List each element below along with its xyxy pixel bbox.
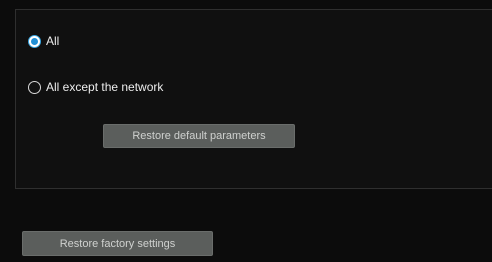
- restore-page: All All except the network Restore defau…: [0, 0, 492, 262]
- radio-option-all-except-network[interactable]: All except the network: [28, 80, 163, 94]
- radio-label-all-except-network: All except the network: [46, 80, 164, 94]
- restore-default-parameters-button[interactable]: Restore default parameters: [103, 124, 295, 148]
- radio-option-all[interactable]: All: [28, 34, 59, 48]
- radio-label-all: All: [46, 34, 60, 48]
- restore-factory-settings-button[interactable]: Restore factory settings: [22, 231, 213, 256]
- radio-unchecked-icon[interactable]: [28, 80, 41, 94]
- restore-options-panel: All All except the network Restore defau…: [15, 9, 492, 189]
- radio-checked-icon[interactable]: [28, 34, 41, 48]
